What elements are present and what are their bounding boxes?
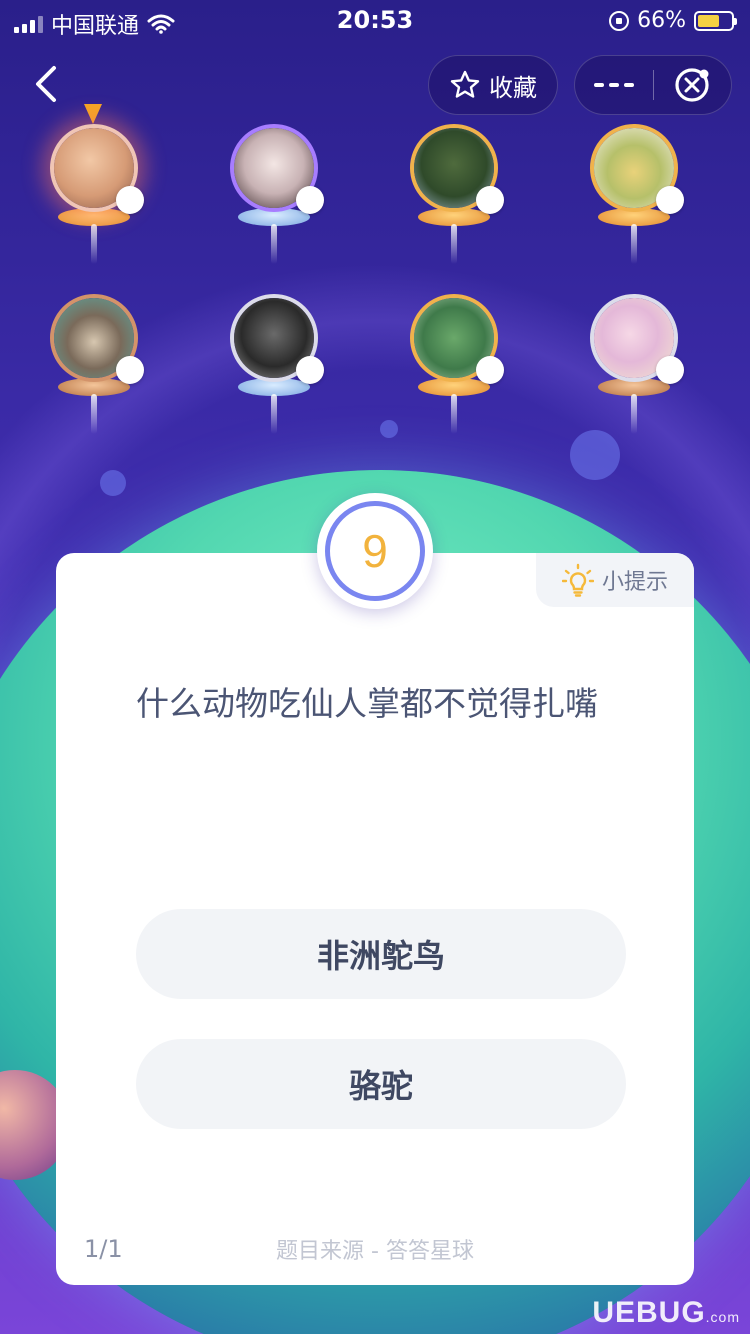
answer-status-dot (116, 186, 144, 214)
player-slot[interactable] (214, 124, 334, 274)
more-icon-dot (608, 83, 619, 87)
favorite-label: 收藏 (489, 73, 537, 102)
player-slot-self[interactable] (34, 104, 154, 274)
back-button[interactable] (26, 62, 70, 106)
player-slot[interactable] (214, 294, 334, 444)
answer-status-dot (296, 186, 324, 214)
exit-game-icon (675, 68, 709, 102)
question-card: 小提示 什么动物吃仙人掌都不觉得扎嘴 非洲鸵鸟 骆驼 1/1 题目来源 - 答答… (56, 553, 694, 1285)
pedestal-beam (631, 394, 637, 434)
more-button[interactable] (575, 55, 653, 115)
pedestal-beam (271, 394, 277, 434)
watermark-text: UEBUG (592, 1296, 706, 1329)
more-icon-dot (623, 83, 634, 87)
rotation-lock-icon (609, 10, 630, 31)
watermark-suffix: .com (705, 1309, 740, 1325)
lightbulb-icon (561, 563, 594, 597)
answer-status-dot (476, 356, 504, 384)
watermark-logo: UEBUG.com (592, 1296, 740, 1330)
hint-button[interactable]: 小提示 (536, 553, 694, 607)
player-slot[interactable] (394, 294, 514, 444)
star-outline-icon (450, 70, 480, 98)
more-icon (593, 83, 604, 87)
pedestal-beam (451, 394, 457, 434)
answer-option[interactable]: 骆驼 (136, 1039, 626, 1129)
answer-option[interactable]: 非洲鸵鸟 (136, 909, 626, 999)
status-bar: 中国联通 20:53 66% (0, 0, 750, 40)
capsule-menu (574, 55, 732, 115)
chevron-left-icon (36, 66, 56, 102)
answer-status-dot (476, 186, 504, 214)
pedestal-beam (631, 224, 637, 264)
battery-icon (694, 10, 737, 31)
battery-level (698, 14, 720, 27)
hint-label: 小提示 (601, 570, 668, 595)
answer-status-dot (656, 186, 684, 214)
answer-status-dot (116, 356, 144, 384)
question-text: 什么动物吃仙人掌都不觉得扎嘴 (136, 684, 598, 723)
answer-status-dot (296, 356, 324, 384)
battery-percent: 66% (637, 8, 686, 33)
question-source: 题目来源 - 答答星球 (276, 1239, 474, 1264)
player-slot[interactable] (574, 124, 694, 274)
background-bubble (100, 470, 126, 496)
countdown-value: 9 (325, 501, 425, 601)
player-slot[interactable] (574, 294, 694, 444)
player-slot[interactable] (394, 124, 514, 274)
current-player-marker (84, 104, 102, 124)
pedestal-beam (91, 224, 97, 264)
player-slot[interactable] (34, 294, 154, 444)
pedestal-beam (451, 224, 457, 264)
pedestal-beam (271, 224, 277, 264)
pedestal-beam (91, 394, 97, 434)
favorite-button[interactable]: 收藏 (428, 55, 558, 115)
exit-button[interactable] (654, 55, 732, 115)
answer-status-dot (656, 356, 684, 384)
countdown-timer: 9 (317, 493, 433, 609)
